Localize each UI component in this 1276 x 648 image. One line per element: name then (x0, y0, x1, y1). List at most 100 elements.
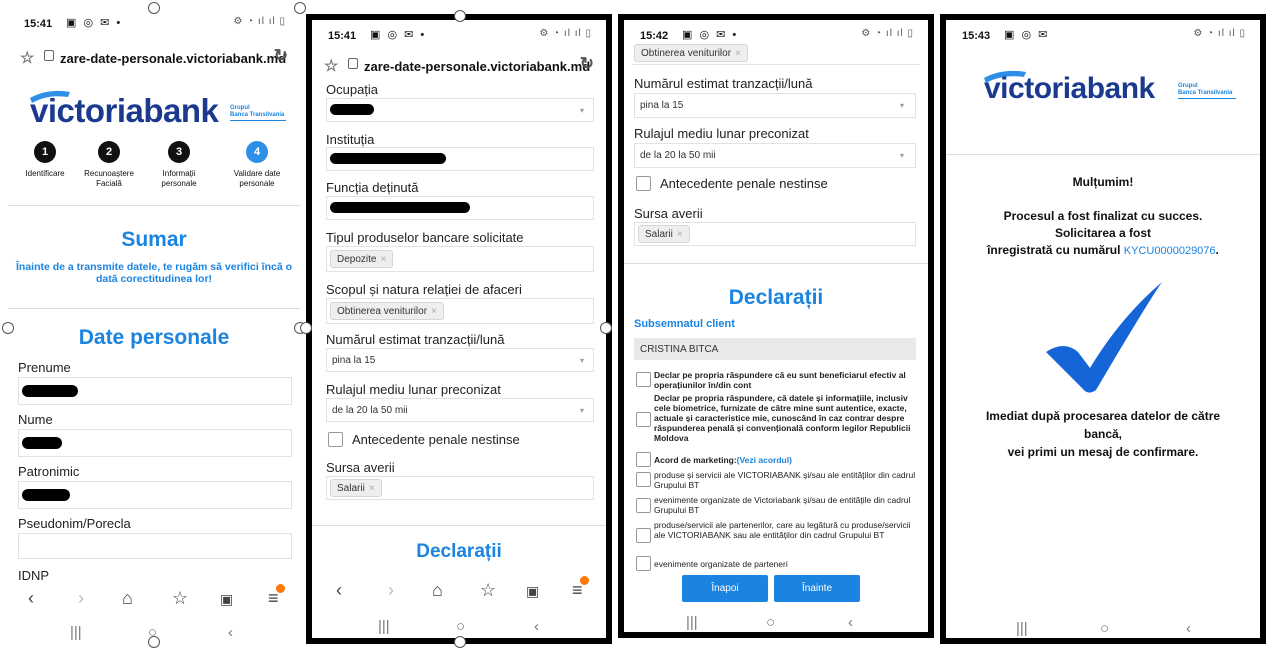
home-circle-icon[interactable]: ○ (1100, 620, 1109, 637)
next-button[interactable]: Înainte (774, 575, 860, 602)
group-line-2: Banca Transilvania (1178, 90, 1233, 96)
status-bar: 15:43 ▣ ◎ ✉ ⚙ ◔ ıl ıl ▯ (946, 20, 1260, 50)
tag-remove-icon[interactable]: × (677, 229, 683, 240)
marketing-option-text: produse/servicii ale partenerilor, care … (654, 520, 911, 540)
declaration-text: Declar pe propria răspundere, că datele … (654, 393, 911, 443)
status-time: 15:41 (328, 30, 357, 42)
reload-icon[interactable]: ↻ (580, 54, 594, 74)
sursa-label: Sursa averii (326, 460, 395, 475)
declaratii-heading: Declarații (728, 286, 824, 309)
marketing-option-text: produse și servicii ale VICTORIABANK și/… (654, 470, 916, 490)
marketing-option-checkbox[interactable] (636, 472, 651, 487)
pseudonim-field[interactable] (18, 533, 292, 559)
step-2-label: Recunoaștere Facială (84, 169, 134, 188)
marketing-title: Acord de marketing: (654, 455, 737, 465)
bookmark-star-icon[interactable]: ☆ (20, 48, 34, 68)
scopul-label: Scopul și natura relației de afaceri (326, 282, 522, 297)
back-button[interactable]: Înapoi (682, 575, 768, 602)
address-bar[interactable]: ☆ zare-date-personale.victoriabank.md ↻ (8, 44, 300, 72)
back-chevron-icon[interactable]: ‹ (848, 614, 853, 631)
step-1-circle: 1 (34, 141, 56, 163)
reload-icon[interactable]: ↻ (274, 46, 288, 66)
bookmark-icon[interactable]: ☆ (172, 588, 188, 609)
success-line-3-suffix: . (1215, 243, 1219, 257)
chevron-down-icon: ▾ (900, 101, 905, 110)
functia-label: Funcția deținută (326, 180, 419, 195)
signal-icons: ⚙ ◔ ıl ıl ▯ (539, 28, 592, 39)
nume-label: Nume (18, 412, 53, 427)
back-chevron-icon[interactable]: ‹ (534, 618, 539, 635)
forward-icon[interactable]: › (388, 580, 394, 601)
marketing-option-checkbox[interactable] (636, 528, 651, 543)
crop-handle (454, 10, 466, 22)
note-line-3: vei primi un mesaj de confirmare. (1007, 445, 1199, 459)
tag-label: Depozite (337, 254, 377, 265)
tranzactii-value: pina la 15 (640, 100, 684, 111)
recents-icon[interactable]: ||| (686, 614, 698, 631)
url-text[interactable]: zare-date-personale.victoriabank.md (364, 59, 590, 74)
redacted-value (330, 104, 374, 115)
notification-icons: ▣ ◎ ✉ • (682, 29, 739, 41)
tabs-icon[interactable]: ▣ (526, 583, 539, 600)
step-4-label: Validare date personale (233, 169, 281, 188)
home-circle-icon[interactable]: ○ (766, 614, 775, 631)
recents-icon[interactable]: ||| (1016, 620, 1028, 637)
recents-icon[interactable]: ||| (70, 624, 82, 641)
back-icon[interactable]: ‹ (336, 580, 342, 601)
rulaj-value: de la 20 la 50 mii (640, 150, 716, 161)
step-4-circle: 4 (246, 141, 268, 163)
notification-badge (276, 584, 285, 593)
home-circle-icon[interactable]: ○ (456, 618, 465, 635)
marketing-checkbox[interactable] (636, 452, 651, 467)
summary-subtitle: Înainte de a transmite datele, te rugăm … (16, 261, 293, 285)
bookmark-icon[interactable]: ☆ (480, 580, 496, 601)
antecedente-label: Antecedente penale nestinse (660, 176, 828, 191)
antecedente-checkbox[interactable] (328, 432, 343, 447)
marketing-option-text: evenimente organizate de Victoriabank și… (654, 495, 911, 515)
scopul-tag[interactable]: Obtinerea veniturilor × (330, 302, 444, 320)
sursa-tag[interactable]: Salarii × (638, 225, 690, 243)
tabs-icon[interactable]: ▣ (220, 591, 233, 608)
recents-icon[interactable]: ||| (378, 618, 390, 635)
back-icon[interactable]: ‹ (28, 588, 34, 609)
crop-handle (600, 322, 612, 334)
tag-remove-icon[interactable]: × (431, 306, 437, 317)
group-line-1: Grupul (230, 105, 250, 111)
home-icon[interactable]: ⌂ (122, 588, 133, 609)
address-bar[interactable]: ☆ zare-date-personale.victoriabank.md ↻ (312, 52, 606, 80)
system-nav-bar: ||| ○ ‹ (624, 604, 928, 632)
divider (312, 525, 606, 526)
signal-icons: ⚙ ◔ ıl ıl ▯ (233, 16, 286, 27)
crop-handle (148, 2, 160, 14)
checkmark-icon (1046, 282, 1162, 393)
tag-remove-icon[interactable]: × (735, 48, 741, 59)
produse-tag[interactable]: Depozite × (330, 250, 394, 268)
signal-icons: ⚙ ◔ ıl ıl ▯ (1193, 28, 1246, 39)
notification-icons: ▣ ◎ ✉ • (370, 29, 427, 41)
back-chevron-icon[interactable]: ‹ (1186, 620, 1191, 637)
marketing-link[interactable]: (Vezi acordul) (737, 455, 792, 465)
scopul-tag[interactable]: Obtinerea veniturilor × (634, 44, 748, 62)
declaration-checkbox[interactable] (636, 372, 651, 387)
marketing-option-checkbox[interactable] (636, 556, 651, 571)
antecedente-checkbox[interactable] (636, 176, 651, 191)
rulaj-label: Rulajul mediu lunar preconizat (634, 126, 809, 141)
tag-label: Salarii (645, 229, 673, 240)
patronimic-label: Patronimic (18, 464, 80, 479)
forward-icon[interactable]: › (78, 588, 84, 609)
summary-title: Sumar (121, 228, 187, 251)
url-text[interactable]: zare-date-personale.victoriabank.md (60, 51, 286, 66)
tag-remove-icon[interactable]: × (380, 254, 386, 265)
back-chevron-icon[interactable]: ‹ (228, 624, 233, 641)
redacted-value (22, 489, 70, 501)
home-icon[interactable]: ⌂ (432, 580, 443, 601)
marketing-option-checkbox[interactable] (636, 498, 651, 513)
declaration-checkbox[interactable] (636, 412, 651, 427)
lock-icon (44, 50, 54, 61)
marketing-option-text: evenimente organizate de parteneri (654, 559, 788, 569)
sursa-tag[interactable]: Salarii × (330, 479, 382, 497)
note-line-2: bancă, (1083, 427, 1122, 441)
bookmark-star-icon[interactable]: ☆ (324, 56, 338, 76)
tranzactii-label: Numărul estimat tranzacții/lună (634, 76, 813, 91)
tag-remove-icon[interactable]: × (369, 483, 375, 494)
